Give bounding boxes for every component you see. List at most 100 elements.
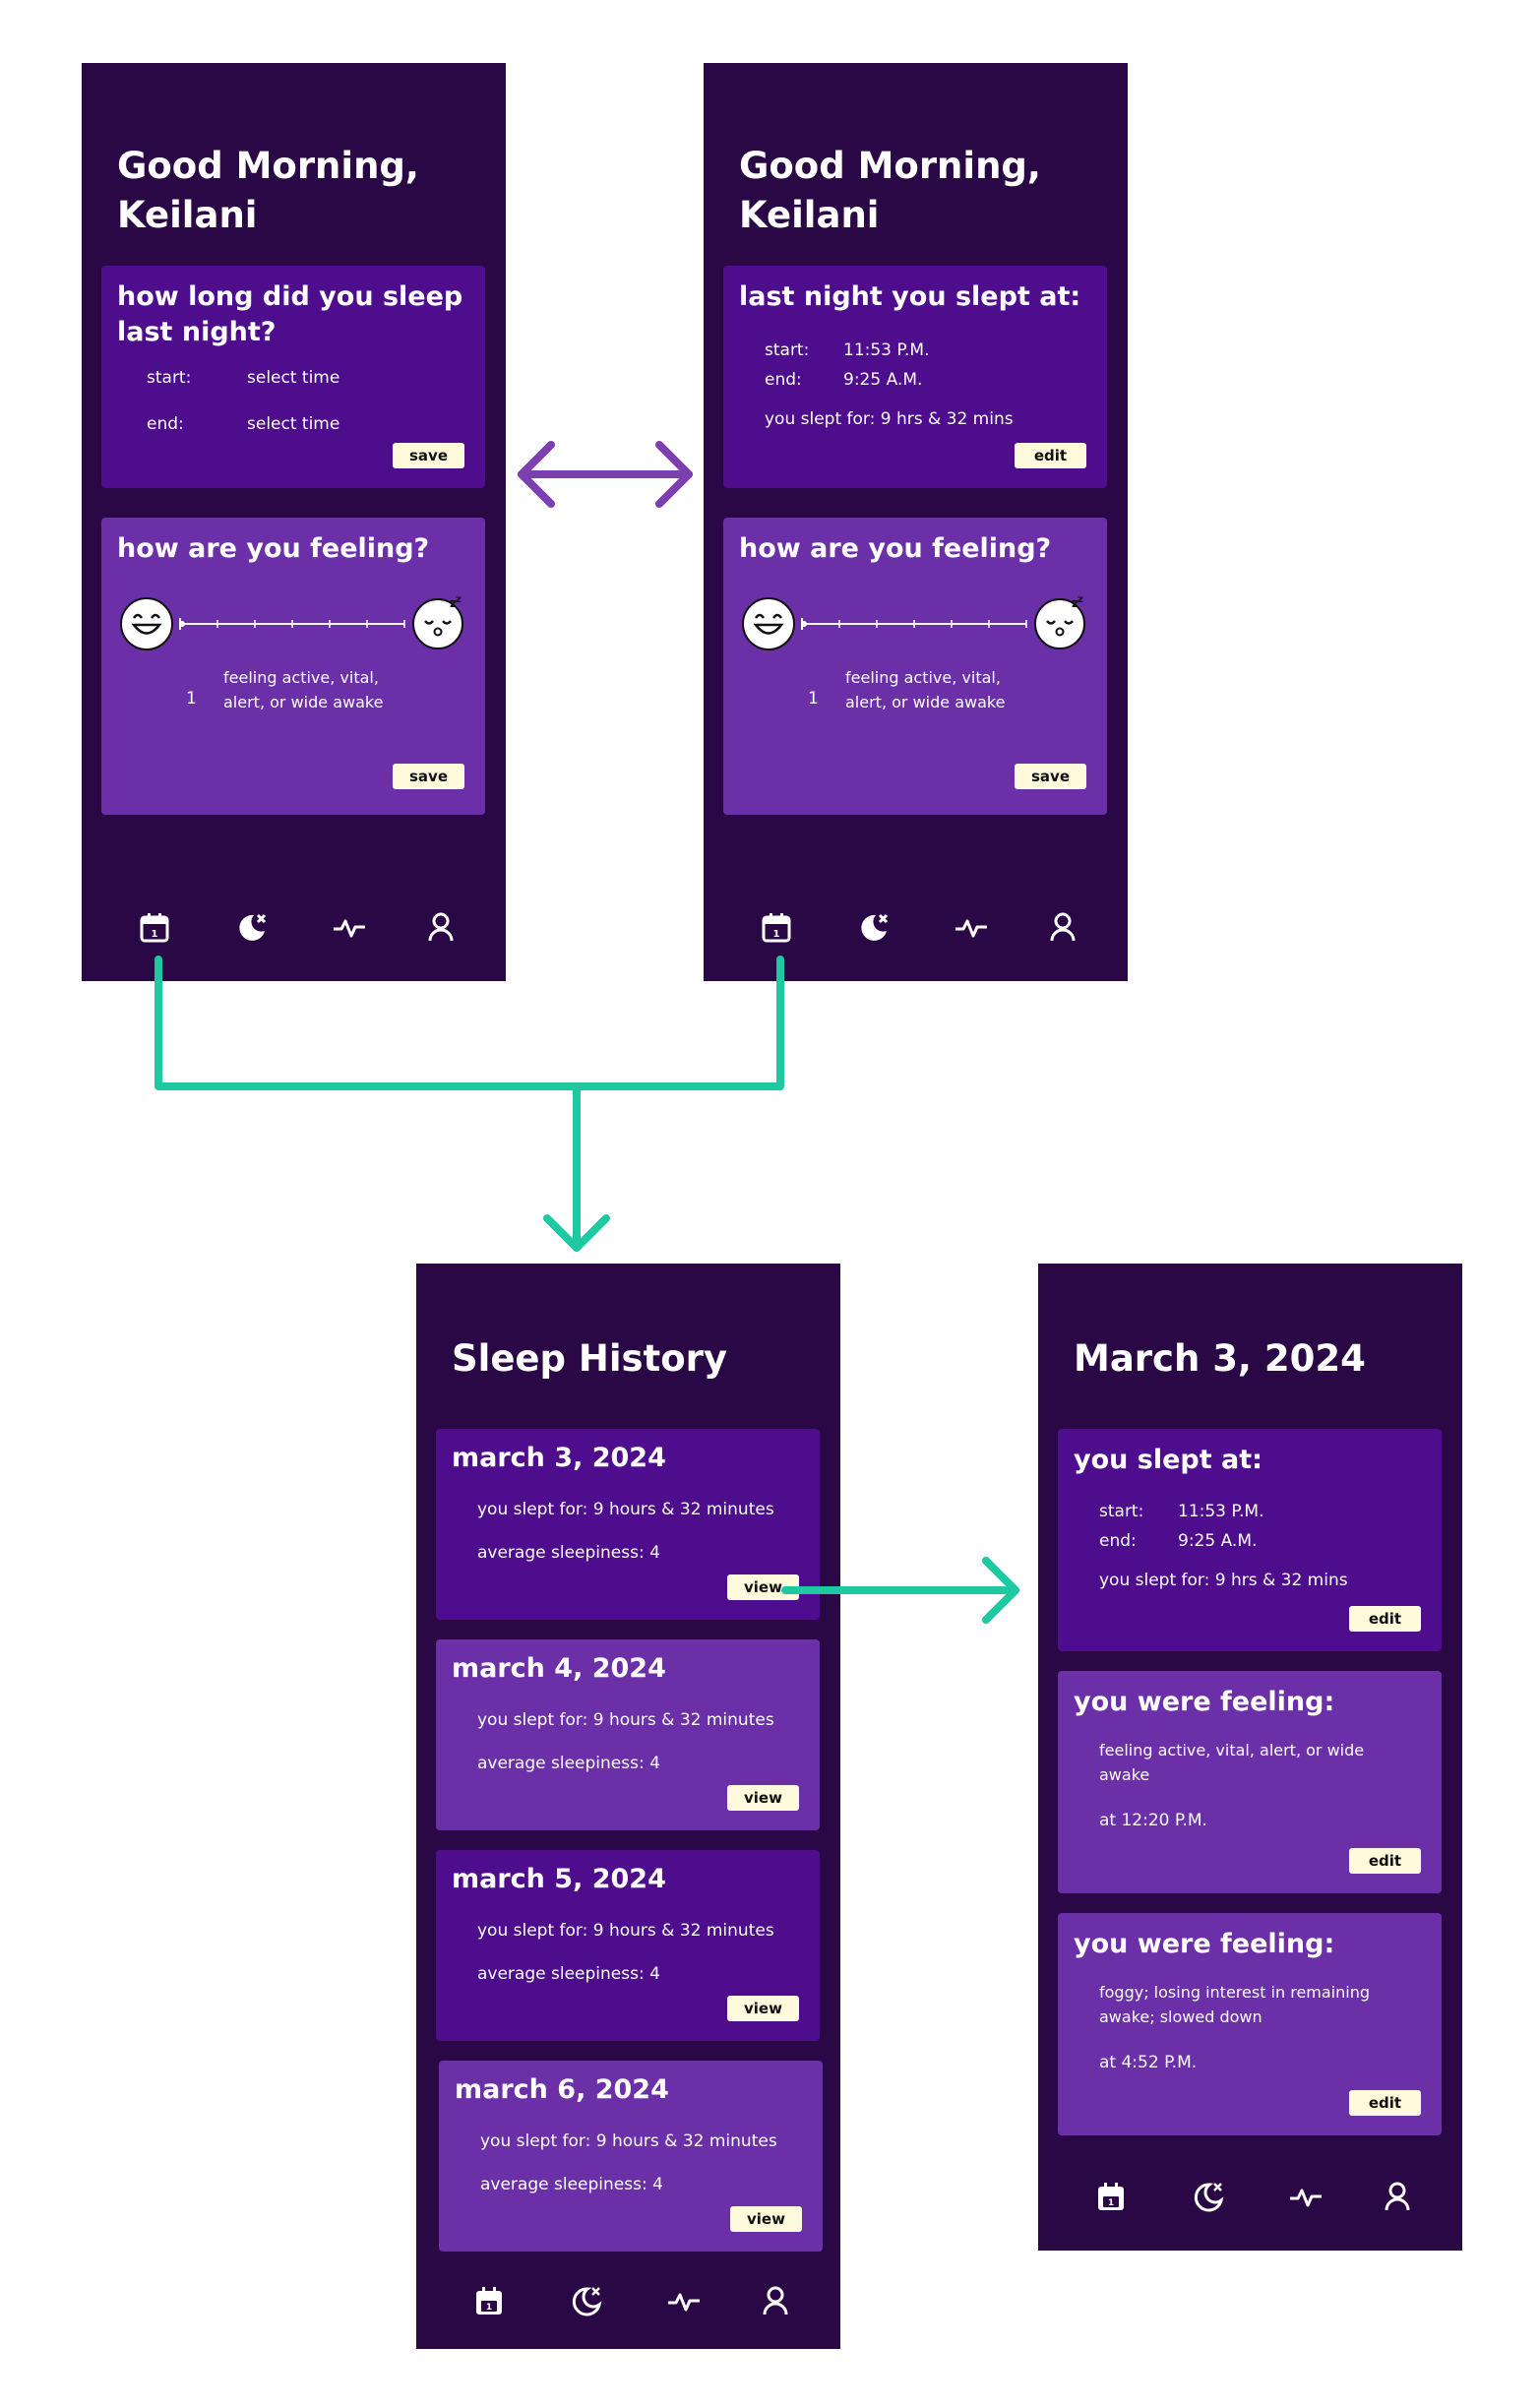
activity-pulse-icon[interactable] — [954, 909, 989, 945]
moon-sleep-icon[interactable] — [1191, 2179, 1226, 2214]
sleepiness-level: 1 — [808, 689, 819, 709]
start-time: 11:53 P.M. — [843, 340, 930, 360]
swap-arrow — [518, 441, 693, 508]
end-label: end: — [765, 370, 802, 390]
edit-feeling-button[interactable]: edit — [1349, 2090, 1421, 2116]
end-label: end: — [1099, 1531, 1137, 1551]
entry-duration: you slept for: 9 hours & 32 minutes — [477, 1500, 774, 1519]
sleepy-face-icon — [1032, 594, 1087, 649]
profile-icon[interactable] — [1380, 2179, 1415, 2214]
morning-screen-empty: Good Morning, Keilani how long did you s… — [82, 63, 506, 981]
bottom-nav — [1038, 2167, 1462, 2226]
moon-sleep-icon[interactable] — [234, 909, 270, 945]
bottom-nav — [704, 897, 1128, 957]
feeling-card-title: how are you feeling? — [739, 533, 1052, 564]
to-history-arrow — [154, 956, 784, 1252]
calendar-icon[interactable] — [137, 909, 172, 945]
profile-icon[interactable] — [1045, 909, 1080, 945]
feeling-log-card: you were feeling: feeling active, vital,… — [1058, 1671, 1442, 1893]
feeling-description: feeling active, vital, alert, or wide aw… — [1099, 1741, 1365, 1784]
history-entry: march 5, 2024 you slept for: 9 hours & 3… — [436, 1850, 820, 2041]
save-feeling-button[interactable]: save — [1015, 764, 1086, 789]
feeling-card: how are you feeling? 1 feeling active, v… — [101, 518, 485, 815]
greeting-name: Keilani — [117, 194, 258, 236]
calendar-icon[interactable] — [1093, 2179, 1129, 2214]
greeting-line1: Good Morning, — [117, 145, 419, 187]
edit-button[interactable]: edit — [1015, 443, 1086, 468]
happy-face-icon — [119, 596, 174, 651]
sleepiness-level: 1 — [186, 689, 197, 709]
sleepiness-slider[interactable] — [178, 612, 406, 636]
view-button[interactable]: view — [730, 2206, 802, 2232]
end-time: 9:25 A.M. — [843, 370, 923, 390]
history-entry: march 6, 2024 you slept for: 9 hours & 3… — [439, 2061, 823, 2252]
start-time: 11:53 P.M. — [1178, 1502, 1264, 1521]
history-entry: march 4, 2024 you slept for: 9 hours & 3… — [436, 1639, 820, 1830]
morning-screen-saved: Good Morning, Keilani last night you sle… — [704, 63, 1128, 981]
start-time-picker[interactable]: select time — [247, 368, 339, 388]
day-detail-screen: March 3, 2024 you slept at: start: 11:53… — [1038, 1264, 1462, 2251]
greeting-line1: Good Morning, — [739, 145, 1041, 187]
greeting-heading: Good Morning, Keilani — [739, 142, 1041, 240]
sleep-input-card: how long did you sleep last night? start… — [101, 266, 485, 488]
entry-date: march 3, 2024 — [452, 1443, 666, 1473]
entry-duration: you slept for: 9 hours & 32 minutes — [480, 2131, 777, 2151]
entry-sleepiness: average sleepiness: 4 — [477, 1754, 660, 1773]
sleep-card-title: you slept at: — [1074, 1445, 1263, 1475]
happy-face-icon — [741, 596, 796, 651]
moon-sleep-icon[interactable] — [856, 909, 892, 945]
entry-date: march 6, 2024 — [455, 2074, 669, 2105]
feeling-log-title: you were feeling: — [1074, 1929, 1335, 1959]
edit-feeling-button[interactable]: edit — [1349, 1848, 1421, 1874]
entry-duration: you slept for: 9 hours & 32 minutes — [477, 1710, 774, 1730]
start-label: start: — [1099, 1502, 1144, 1521]
moon-sleep-icon[interactable] — [569, 2283, 604, 2318]
end-time: 9:25 A.M. — [1178, 1531, 1258, 1551]
activity-pulse-icon[interactable] — [1288, 2179, 1324, 2214]
sleep-summary-card: last night you slept at: start: 11:53 P.… — [723, 266, 1107, 488]
feeling-log-card: you were feeling: foggy; losing interest… — [1058, 1913, 1442, 2135]
sleep-duration: you slept for: 9 hrs & 32 mins — [765, 409, 1014, 429]
sleep-history-screen: Sleep History march 3, 2024 you slept fo… — [416, 1264, 840, 2349]
greeting-name: Keilani — [739, 194, 880, 236]
activity-pulse-icon[interactable] — [332, 909, 367, 945]
sleep-summary-card: you slept at: start: 11:53 P.M. end: 9:2… — [1058, 1429, 1442, 1651]
feeling-card: how are you feeling? 1 feeling active, v… — [723, 518, 1107, 815]
save-button[interactable]: save — [393, 443, 464, 468]
activity-pulse-icon[interactable] — [666, 2283, 702, 2318]
feeling-time: at 12:20 P.M. — [1099, 1811, 1207, 1830]
profile-icon[interactable] — [423, 909, 459, 945]
feeling-description: foggy; losing interest in remaining awak… — [1099, 1983, 1371, 2026]
bottom-nav — [416, 2271, 840, 2330]
edit-button[interactable]: edit — [1349, 1606, 1421, 1632]
save-feeling-button[interactable]: save — [393, 764, 464, 789]
sleepy-face-icon — [410, 594, 465, 649]
sleep-card-title: how long did you sleep last night? — [117, 281, 463, 347]
sleepiness-slider[interactable] — [800, 612, 1028, 636]
sleep-card-title: last night you slept at: — [739, 281, 1081, 312]
view-button[interactable]: view — [727, 1996, 799, 2021]
start-label: start: — [147, 368, 192, 388]
feeling-time: at 4:52 P.M. — [1099, 2053, 1198, 2072]
view-button[interactable]: view — [727, 1785, 799, 1811]
view-button[interactable]: view — [727, 1574, 799, 1600]
sleepiness-description: feeling active, vital, alert, or wide aw… — [845, 668, 1006, 711]
entry-date: march 5, 2024 — [452, 1864, 666, 1894]
profile-icon[interactable] — [758, 2283, 793, 2318]
greeting-heading: Good Morning, Keilani — [117, 142, 419, 240]
page-title: Sleep History — [452, 1337, 728, 1380]
calendar-icon[interactable] — [759, 909, 794, 945]
start-label: start: — [765, 340, 810, 360]
entry-date: march 4, 2024 — [452, 1653, 666, 1684]
entry-sleepiness: average sleepiness: 4 — [477, 1964, 660, 1984]
end-time-picker[interactable]: select time — [247, 414, 339, 434]
entry-sleepiness: average sleepiness: 4 — [477, 1543, 660, 1563]
page-title: March 3, 2024 — [1074, 1337, 1366, 1380]
feeling-log-title: you were feeling: — [1074, 1687, 1335, 1717]
entry-sleepiness: average sleepiness: 4 — [480, 2175, 663, 2194]
history-entry: march 3, 2024 you slept for: 9 hours & 3… — [436, 1429, 820, 1620]
entry-duration: you slept for: 9 hours & 32 minutes — [477, 1921, 774, 1941]
bottom-nav — [82, 897, 506, 957]
sleepiness-description: feeling active, vital, alert, or wide aw… — [223, 668, 384, 711]
calendar-icon[interactable] — [471, 2283, 507, 2318]
